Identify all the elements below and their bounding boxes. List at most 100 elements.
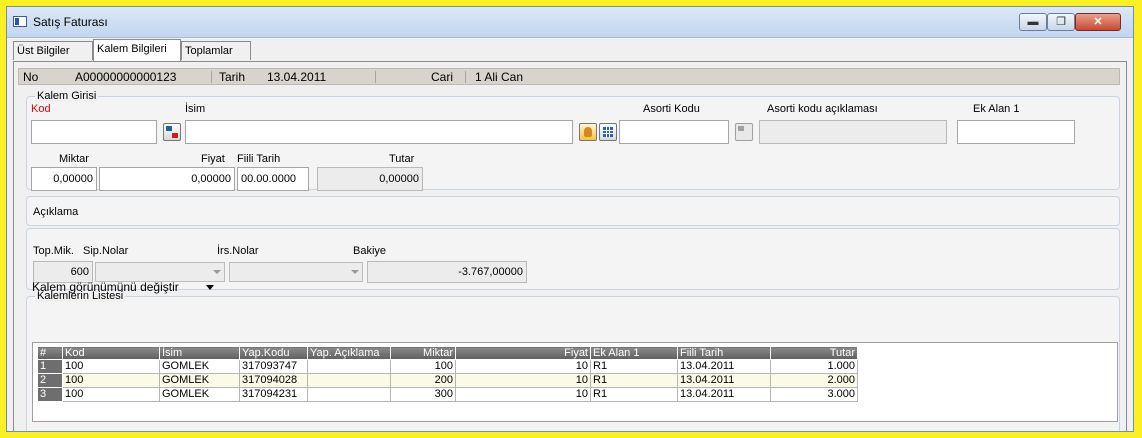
tutar-label: Tutar (389, 153, 415, 165)
cell-miktar[interactable]: 200 (390, 373, 456, 388)
column-header[interactable]: Fiili Tarih (677, 346, 771, 360)
sales-invoice-window: Satış Faturası ▬ ❐ ✕ Üst Bilgiler Kalem … (6, 6, 1134, 432)
cell-fiili-tarih[interactable]: 13.04.2011 (677, 359, 771, 374)
column-header[interactable]: # (37, 346, 63, 360)
ek-alan-1-input[interactable] (957, 120, 1075, 144)
tab-ust-bilgiler[interactable]: Üst Bilgiler (13, 41, 93, 60)
irs-nolar-select[interactable] (229, 262, 363, 282)
sip-nolar-select[interactable] (95, 262, 225, 282)
row-number: 2 (37, 373, 63, 388)
tab-page-kalem-bilgileri: No A00000000000123 Tarih 13.04.2011 Cari… (13, 61, 1127, 431)
cell-isim[interactable]: GOMLEK (159, 387, 240, 402)
cell-tutar[interactable]: 3.000 (770, 387, 858, 402)
cell-fiyat[interactable]: 10 (455, 387, 591, 402)
items-table: # Kod İsim Yap.Kodu Yap. Açıklama Miktar… (37, 346, 858, 402)
top-mik-label: Top.Mik. (33, 245, 74, 257)
fiyat-input[interactable]: 0,00000 (99, 167, 235, 191)
miktar-input[interactable]: 0,00000 (31, 167, 97, 191)
close-button[interactable]: ✕ (1075, 13, 1121, 31)
tab-kalem-bilgileri[interactable]: Kalem Bilgileri (93, 39, 181, 61)
header-divider (211, 71, 212, 83)
totals-panel: Top.Mik. 600 Sip.Nolar İrs.Nolar Bakiye … (26, 228, 1120, 290)
grid-select-icon[interactable] (599, 123, 617, 141)
cell-yap-aciklama[interactable] (307, 387, 391, 402)
cell-yap-kodu[interactable]: 317094231 (239, 387, 308, 402)
cell-kod[interactable]: 100 (62, 373, 160, 388)
hand-select-icon[interactable] (579, 123, 597, 141)
tutar-field: 0,00000 (317, 167, 423, 191)
cell-fiyat[interactable]: 10 (455, 373, 591, 388)
cell-fiili-tarih[interactable]: 13.04.2011 (677, 387, 771, 402)
table-header-row: # Kod İsim Yap.Kodu Yap. Açıklama Miktar… (37, 346, 858, 360)
sip-nolar-label: Sip.Nolar (83, 245, 129, 257)
title-bar[interactable]: Satış Faturası ▬ ❐ ✕ (7, 7, 1133, 38)
column-header[interactable]: Fiyat (455, 346, 591, 360)
cell-ek-alan-1[interactable]: R1 (590, 387, 678, 402)
invoice-date: 13.04.2011 (267, 70, 327, 84)
fiyat-label: Fiyat (201, 153, 225, 165)
header-divider (465, 71, 466, 83)
cell-fiyat[interactable]: 10 (455, 359, 591, 374)
no-label: No (23, 70, 39, 84)
cell-ek-alan-1[interactable]: R1 (590, 373, 678, 388)
table-row[interactable]: 3 100 GOMLEK 317094231 300 10 R1 13.04.2… (37, 387, 858, 402)
isim-label: İsim (185, 103, 206, 115)
bakiye-field: -3.767,00000 (367, 261, 527, 283)
invoice-number: A00000000000123 (75, 70, 177, 84)
items-grid-area: # Kod İsim Yap.Kodu Yap. Açıklama Miktar… (32, 342, 1118, 422)
column-header[interactable]: İsim (159, 346, 240, 360)
column-header[interactable]: Yap.Kodu (239, 346, 308, 360)
kalem-girisi-title: Kalem Girisi (35, 90, 99, 102)
kalem-girisi-panel: Kalem Girisi Kod İsim Asorti Kodu Asorti… (26, 90, 1120, 191)
cell-kod[interactable]: 100 (62, 387, 160, 402)
view-toggle-dropdown[interactable]: Kalem görünümünü değiştir (32, 280, 179, 294)
table-row[interactable]: 2 100 GOMLEK 317094028 200 10 R1 13.04.2… (37, 373, 858, 388)
row-number: 1 (37, 359, 63, 374)
maximize-button[interactable]: ❐ (1047, 13, 1075, 31)
chevron-down-icon (351, 270, 359, 274)
table-row[interactable]: 1 100 GOMLEK 317093747 100 10 R1 13.04.2… (37, 359, 858, 374)
aciklama-panel: Açıklama (26, 196, 1120, 226)
miktar-label: Miktar (59, 153, 89, 165)
aciklama-label: Açıklama (33, 206, 79, 218)
cell-yap-kodu[interactable]: 317093747 (239, 359, 308, 374)
cell-tutar[interactable]: 1.000 (770, 359, 858, 374)
app-window-icon (13, 16, 27, 27)
cell-miktar[interactable]: 100 (390, 359, 456, 374)
isim-input[interactable] (185, 120, 573, 144)
header-divider (375, 71, 376, 83)
tarih-label: Tarih (219, 70, 246, 84)
column-header[interactable]: Ek Alan 1 (590, 346, 678, 360)
column-header[interactable]: Miktar (390, 346, 456, 360)
kod-picker-icon[interactable] (163, 123, 181, 141)
fiili-tarih-label: Fiili Tarih (237, 153, 281, 165)
cell-yap-kodu[interactable]: 317094028 (239, 373, 308, 388)
asorti-aciklama-field (759, 120, 947, 144)
column-header[interactable]: Yap. Açıklama (307, 346, 391, 360)
cell-ek-alan-1[interactable]: R1 (590, 359, 678, 374)
asorti-kodu-input[interactable] (619, 120, 729, 144)
asorti-aciklama-label: Asorti kodu açıklaması (767, 103, 878, 115)
minimize-button[interactable]: ▬ (1019, 13, 1047, 31)
cell-isim[interactable]: GOMLEK (159, 359, 240, 374)
kod-label: Kod (31, 103, 51, 115)
cari-value: 1 Ali Can (475, 70, 524, 84)
cell-yap-aciklama[interactable] (307, 359, 391, 374)
cell-kod[interactable]: 100 (62, 359, 160, 374)
column-header[interactable]: Kod (62, 346, 160, 360)
tab-toplamlar[interactable]: Toplamlar (181, 41, 251, 60)
bakiye-label: Bakiye (353, 245, 387, 257)
irs-nolar-label: İrs.Nolar (217, 245, 259, 257)
cell-isim[interactable]: GOMLEK (159, 373, 240, 388)
ek-alan-1-label: Ek Alan 1 (973, 103, 1020, 115)
asorti-kodu-label: Asorti Kodu (643, 103, 700, 115)
cell-yap-aciklama[interactable] (307, 373, 391, 388)
cell-fiili-tarih[interactable]: 13.04.2011 (677, 373, 771, 388)
cell-miktar[interactable]: 300 (390, 387, 456, 402)
chevron-down-icon[interactable] (206, 285, 214, 290)
kod-input[interactable] (31, 120, 157, 144)
column-header[interactable]: Tutar (770, 346, 858, 360)
cell-tutar[interactable]: 2.000 (770, 373, 858, 388)
fiili-tarih-input[interactable]: 00.00.0000 (237, 167, 309, 191)
asorti-picker-icon[interactable] (735, 123, 753, 141)
